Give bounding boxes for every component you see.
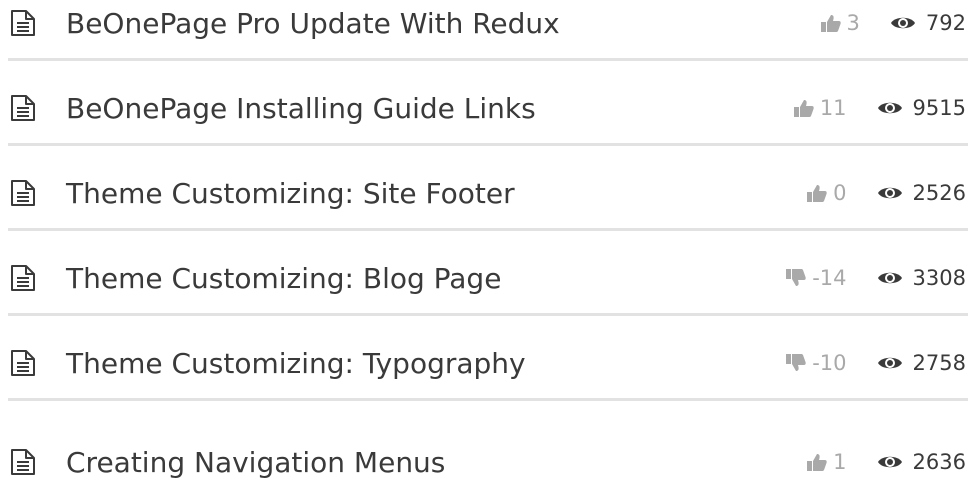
article-title-link[interactable]: Theme Customizing: Typography [66, 347, 786, 380]
view-count: 2526 [877, 181, 966, 205]
view-count-value: 2636 [912, 450, 966, 474]
article-list: BeOnePage Pro Update With Redux 3 792 Be… [0, 0, 973, 479]
view-count: 792 [890, 11, 966, 35]
vote-count-value: 1 [833, 450, 847, 474]
vote-count-value: 0 [833, 181, 847, 205]
document-icon [11, 10, 35, 36]
vote-count-value: -10 [812, 351, 847, 375]
eye-icon [877, 102, 902, 114]
view-count: 3308 [877, 266, 966, 290]
article-stats: 11 9515 [793, 96, 966, 120]
thumbs-up-icon [820, 15, 841, 32]
article-stats: 3 792 [820, 11, 966, 35]
list-item[interactable]: Creating Navigation Menus 1 2636 [8, 427, 968, 497]
article-title-link[interactable]: BeOnePage Installing Guide Links [66, 92, 794, 125]
view-count-value: 2526 [912, 181, 966, 205]
article-stats: -14 3308 [786, 266, 966, 290]
article-stats: -10 2758 [786, 351, 966, 375]
vote-count: 11 [793, 96, 847, 120]
list-item[interactable]: Theme Customizing: Site Footer 0 2526 [8, 158, 968, 231]
list-item[interactable]: Theme Customizing: Blog Page -14 3308 [8, 243, 968, 316]
eye-icon [877, 187, 902, 199]
thumbs-down-icon [786, 269, 806, 286]
view-count: 2758 [877, 351, 966, 375]
list-item[interactable]: BeOnePage Installing Guide Links 11 9515 [8, 73, 968, 146]
list-item[interactable]: BeOnePage Pro Update With Redux 3 792 [8, 0, 968, 61]
vote-count-value: 11 [819, 96, 847, 120]
view-count-value: 9515 [912, 96, 966, 120]
eye-icon [877, 272, 902, 284]
thumbs-up-icon [807, 454, 827, 471]
article-title-link[interactable]: Theme Customizing: Site Footer [66, 177, 807, 210]
document-icon [11, 95, 35, 121]
eye-icon [890, 17, 915, 29]
vote-count: -14 [786, 266, 847, 290]
vote-count-value: -14 [812, 266, 847, 290]
thumbs-up-icon [793, 100, 814, 117]
view-count: 2636 [877, 450, 966, 474]
vote-count: 1 [807, 450, 847, 474]
document-icon [11, 180, 35, 206]
article-title-link[interactable]: BeOnePage Pro Update With Redux [66, 7, 821, 40]
vote-count: 3 [820, 11, 860, 35]
document-icon [11, 449, 35, 475]
eye-icon [877, 456, 902, 468]
eye-icon [877, 357, 902, 369]
list-item[interactable]: Theme Customizing: Typography -10 2758 [8, 328, 968, 401]
thumbs-up-icon [807, 185, 827, 202]
article-title-link[interactable]: Theme Customizing: Blog Page [66, 262, 786, 295]
thumbs-down-icon [786, 354, 806, 371]
view-count-value: 792 [925, 11, 966, 35]
view-count-value: 3308 [912, 266, 966, 290]
view-count-value: 2758 [912, 351, 966, 375]
document-icon [11, 265, 35, 291]
vote-count-value: 3 [846, 11, 860, 35]
vote-count: 0 [807, 181, 847, 205]
document-icon [11, 350, 35, 376]
article-stats: 0 2526 [807, 181, 966, 205]
vote-count: -10 [786, 351, 847, 375]
article-stats: 1 2636 [807, 450, 966, 474]
view-count: 9515 [877, 96, 966, 120]
